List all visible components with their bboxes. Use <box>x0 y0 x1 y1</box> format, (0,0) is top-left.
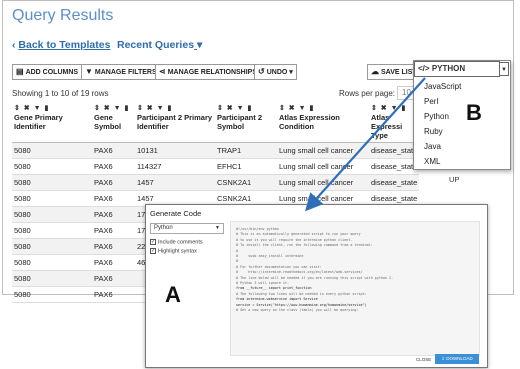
cloud-icon: ☁ <box>371 67 379 76</box>
add-columns-label: ADD COLUMNS <box>25 69 79 76</box>
column-header[interactable]: ⇕ ✖ ▼ ▮ Atlas Expressi Type <box>369 102 420 143</box>
columns-icon: ▤ <box>16 67 24 76</box>
filter-icon: ▼ <box>85 67 93 76</box>
language-option[interactable]: XML <box>424 157 461 172</box>
chevron-down-icon: ▾ <box>196 39 203 51</box>
language-option[interactable]: JavaScript <box>424 82 461 97</box>
table-row: 5080 PAX6 114327 EFHC1 Lung small cell cance… <box>12 158 420 175</box>
download-label: DOWNLOAD <box>446 356 473 361</box>
column-tools-icon[interactable]: ⇕ ✖ ▼ ▮ <box>371 104 417 112</box>
page-title: Query Results <box>12 7 114 24</box>
nav-links: ‹ Back to Templates Recent Queries ▾ <box>12 39 202 51</box>
column-tools-icon[interactable]: ⇕ ✖ ▼ ▮ <box>279 104 367 112</box>
rows-per-page-label: Rows per page: <box>339 89 396 98</box>
chevron-down-icon: ▼ <box>215 225 220 231</box>
recent-queries-label: Recent Queries <box>117 39 195 51</box>
checkbox-checked-icon: ✓ <box>150 239 156 245</box>
callout-label-a: A <box>165 282 181 307</box>
column-header[interactable]: ⇕ ✖ ▼ ▮ Participant 2 Primary Identifier <box>135 102 215 143</box>
language-option[interactable]: Perl <box>424 97 461 112</box>
expression-value: UP <box>449 175 460 184</box>
back-to-templates-link[interactable]: Back to Templates <box>18 39 110 51</box>
generated-code: #!/usr/bin/env python # This is an automa… <box>230 221 480 356</box>
generate-code-dialog: Generate Code Python ▼ ✓ Include comments… <box>145 204 488 368</box>
highlight-syntax-checkbox[interactable]: ✓ Highlight syntax <box>150 248 197 254</box>
language-option[interactable]: Python <box>424 112 461 127</box>
share-icon: ⋖ <box>159 67 166 76</box>
table-header-row: ⇕ ✖ ▼ ▮ Gene Primary Identifier ⇕ ✖ ▼ ▮ Ge… <box>12 102 420 143</box>
column-tools-icon[interactable]: ⇕ ✖ ▼ ▮ <box>94 104 133 112</box>
column-header[interactable]: ⇕ ✖ ▼ ▮ Gene Primary Identifier <box>12 102 92 143</box>
language-select-button[interactable]: </> PYTHON ▼ <box>414 61 509 77</box>
undo-button[interactable]: ↺ UNDO ▾ <box>254 64 297 80</box>
column-header[interactable]: ⇕ ✖ ▼ ▮ Gene Symbol <box>92 102 135 143</box>
language-option[interactable]: Java <box>424 142 461 157</box>
code-icon: </> <box>418 64 430 73</box>
language-select-label: PYTHON <box>431 64 466 73</box>
language-dropdown-menu: </> PYTHON ▼ JavaScript Perl Python Ruby… <box>413 60 511 170</box>
recent-queries-dropdown[interactable]: Recent Queries ▾ <box>117 39 202 51</box>
close-button[interactable]: CLOSE <box>416 357 431 362</box>
dialog-title: Generate Code <box>150 209 202 218</box>
language-options: JavaScript Perl Python Ruby Java XML <box>424 82 461 172</box>
column-tools-icon[interactable]: ⇕ ✖ ▼ ▮ <box>217 104 275 112</box>
language-option[interactable]: Ruby <box>424 127 461 142</box>
manage-filters-button[interactable]: ▼ MANAGE FILTERS <box>81 64 161 80</box>
callout-label-b: B <box>466 100 482 125</box>
rows-summary: Showing 1 to 10 of 19 rows <box>12 89 109 98</box>
include-comments-checkbox[interactable]: ✓ Include comments <box>150 239 203 245</box>
manage-filters-label: MANAGE FILTERS <box>94 69 157 76</box>
column-header[interactable]: ⇕ ✖ ▼ ▮ Atlas Expression Condition <box>277 102 369 143</box>
manage-relationships-label: MANAGE RELATIONSHIPS <box>167 69 258 76</box>
include-comments-label: Include comments <box>158 239 203 246</box>
column-tools-icon[interactable]: ⇕ ✖ ▼ ▮ <box>14 104 90 112</box>
table-row: 5080 PAX6 1457 CSNK2A1 Lung small cell cance… <box>12 174 420 191</box>
dialog-language-select[interactable]: Python ▼ <box>150 223 224 234</box>
column-tools-icon[interactable]: ⇕ ✖ ▼ ▮ <box>137 104 213 112</box>
column-header[interactable]: ⇕ ✖ ▼ ▮ Participant 2 Symbol <box>215 102 277 143</box>
highlight-syntax-label: Highlight syntax <box>158 248 197 255</box>
undo-icon: ↺ <box>258 67 265 76</box>
dialog-language-value: Python <box>154 225 173 231</box>
download-button[interactable]: ⇩ DOWNLOAD <box>435 354 479 364</box>
back-icon: ‹ <box>12 39 16 51</box>
checkbox-checked-icon: ✓ <box>150 248 156 254</box>
save-list-label: SAVE LIST <box>381 69 417 76</box>
add-columns-button[interactable]: ▤ ADD COLUMNS <box>12 64 83 80</box>
undo-label: UNDO <box>266 69 288 76</box>
manage-relationships-button[interactable]: ⋖ MANAGE RELATIONSHIPS <box>155 64 262 80</box>
chevron-down-icon[interactable]: ▼ <box>499 62 509 76</box>
table-row: 5080 PAX6 10131 TRAP1 Lung small cell cancer… <box>12 142 420 159</box>
